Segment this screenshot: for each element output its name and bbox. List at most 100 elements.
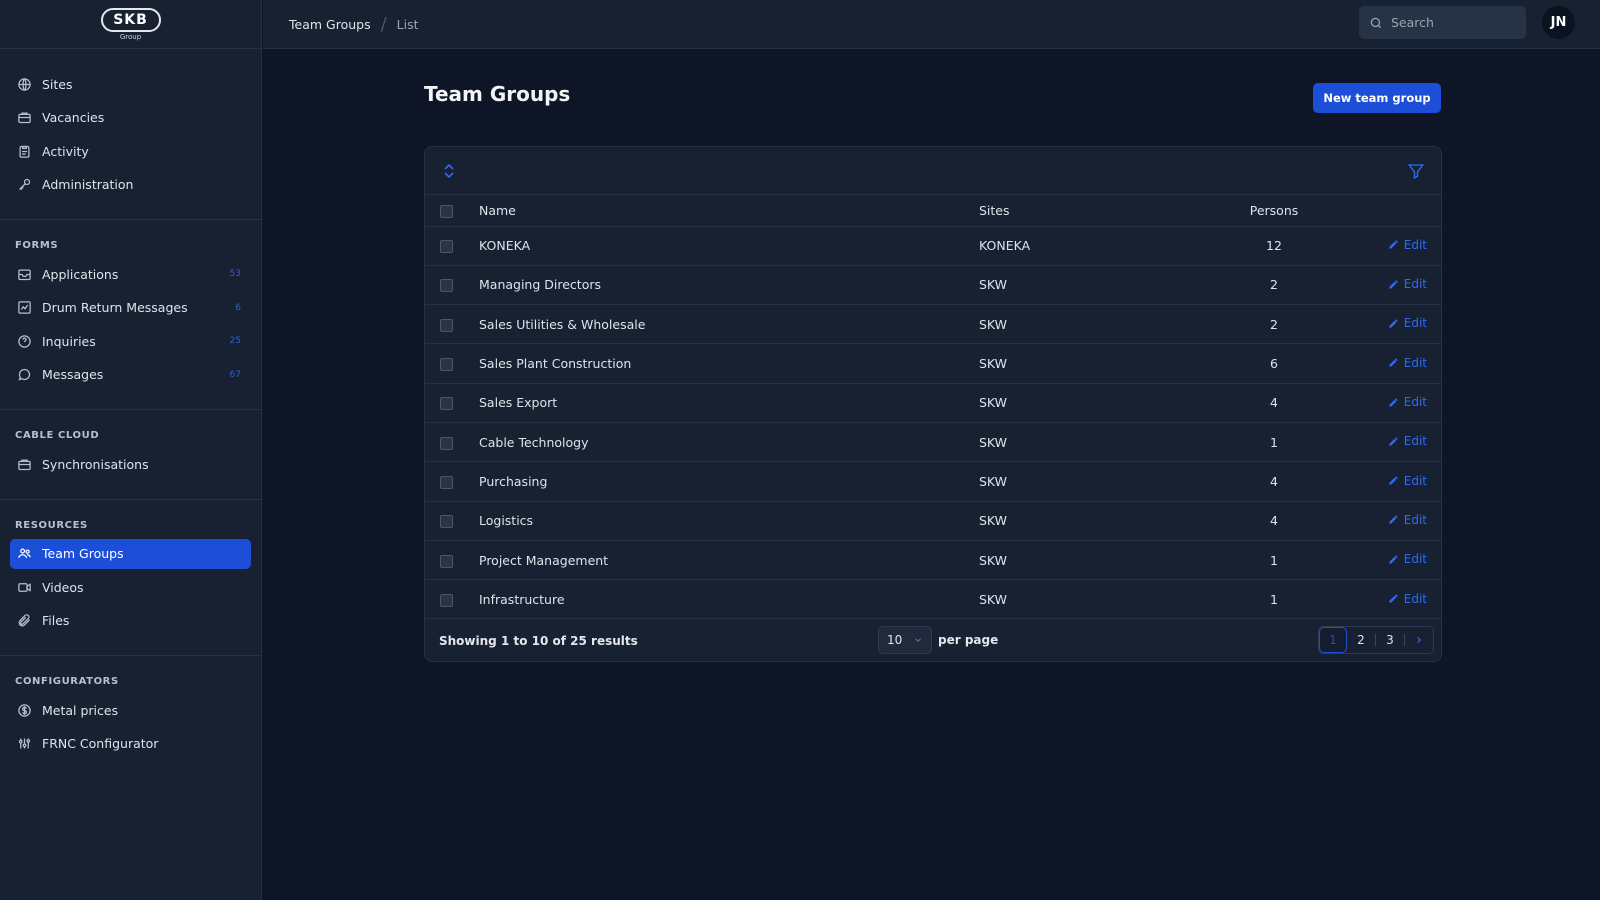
breadcrumb-team-groups[interactable]: Team Groups: [289, 17, 371, 32]
nav-configurators: CONFIGURATORS Metal prices FRNC Configur…: [0, 656, 261, 778]
sidebar-item-vacancies[interactable]: Vacancies: [10, 103, 251, 133]
sidebar-item-administration[interactable]: Administration: [10, 170, 251, 200]
table-header-row: Name Sites Persons: [425, 195, 1441, 226]
cell-name: KONEKA: [479, 238, 531, 254]
key-icon: [16, 177, 32, 193]
sidebar: SKB Group Sites Vacancies Activity Admin…: [0, 0, 262, 900]
sidebar-item-team-groups[interactable]: Team Groups: [10, 538, 251, 569]
pagination: 1 2 3: [1318, 626, 1434, 655]
cell-name: Sales Utilities & Wholesale: [479, 316, 646, 332]
per-page-label: per page: [938, 633, 999, 648]
globe-icon: [16, 76, 32, 92]
sidebar-item-applications[interactable]: Applications 53: [10, 259, 251, 289]
paperclip-icon: [16, 613, 32, 629]
cell-persons: 4: [1270, 395, 1278, 411]
cell-sites: SKW: [979, 277, 1008, 293]
count-badge: 53: [229, 269, 241, 279]
row-checkbox[interactable]: [440, 515, 453, 529]
sort-toggle-icon[interactable]: [441, 162, 457, 180]
edit-link[interactable]: Edit: [1388, 316, 1427, 330]
edit-link[interactable]: Edit: [1388, 238, 1427, 252]
sidebar-item-metal-prices[interactable]: Metal prices: [10, 695, 251, 725]
column-header-sites[interactable]: Sites: [979, 195, 1219, 226]
edit-link[interactable]: Edit: [1388, 474, 1427, 488]
table-row: Project Management SKW 1 Edit: [425, 540, 1441, 580]
sidebar-item-messages[interactable]: Messages 67: [10, 360, 251, 390]
row-checkbox[interactable]: [440, 436, 453, 450]
sidebar-item-inquiries[interactable]: Inquiries 25: [10, 326, 251, 356]
section-title-configurators: CONFIGURATORS: [15, 676, 119, 687]
edit-link[interactable]: Edit: [1388, 277, 1427, 291]
cell-sites: SKW: [979, 356, 1008, 372]
edit-label: Edit: [1403, 355, 1427, 370]
pencil-icon: [1389, 319, 1398, 328]
sidebar-item-synchronisations[interactable]: Synchronisations: [10, 449, 251, 479]
select-all-checkbox[interactable]: [440, 204, 453, 218]
sidebar-item-drum-return-messages[interactable]: Drum Return Messages 6: [10, 293, 251, 323]
sidebar-item-sites[interactable]: Sites: [10, 69, 251, 99]
edit-link[interactable]: Edit: [1388, 513, 1427, 527]
edit-link[interactable]: Edit: [1388, 552, 1427, 566]
cell-sites: SKW: [979, 552, 1008, 568]
row-checkbox[interactable]: [440, 397, 453, 411]
edit-label: Edit: [1403, 237, 1427, 252]
cell-persons: 4: [1270, 473, 1278, 489]
search-icon: [1369, 16, 1383, 30]
row-checkbox[interactable]: [440, 554, 453, 568]
edit-link[interactable]: Edit: [1388, 592, 1427, 606]
table-toolbar: [425, 147, 1441, 195]
page-button-1[interactable]: 1: [1319, 627, 1347, 654]
pencil-icon: [1389, 358, 1398, 367]
team-groups-table-card: Name Sites Persons KONEKA KONEKA 12 Edit…: [424, 146, 1442, 662]
page-title: Team Groups: [424, 82, 571, 106]
avatar[interactable]: JN: [1542, 6, 1575, 39]
table-row: Logistics SKW 4 Edit: [425, 501, 1441, 541]
logo-mark: SKB: [100, 7, 161, 32]
clipboard-icon: [16, 143, 32, 159]
edit-link[interactable]: Edit: [1388, 356, 1427, 370]
column-header-name[interactable]: Name: [479, 195, 979, 226]
page-button-2[interactable]: 2: [1347, 627, 1375, 653]
row-checkbox[interactable]: [440, 475, 453, 489]
table-row: Cable Technology SKW 1 Edit: [425, 422, 1441, 462]
nav-resources: RESOURCES Team Groups Videos Files: [0, 500, 261, 656]
per-page-select[interactable]: 10: [878, 626, 932, 655]
sliders-icon: [16, 736, 32, 752]
cell-persons: 1: [1270, 552, 1278, 568]
pencil-icon: [1389, 280, 1398, 289]
new-team-group-button[interactable]: New team group: [1313, 83, 1441, 113]
search-input[interactable]: [1391, 15, 1511, 30]
row-checkbox[interactable]: [440, 279, 453, 293]
next-page-button[interactable]: [1405, 627, 1433, 653]
sidebar-item-label: FRNC Configurator: [42, 736, 159, 751]
sidebar-item-frnc-configurator[interactable]: FRNC Configurator: [10, 729, 251, 759]
search-box[interactable]: [1359, 6, 1526, 39]
row-checkbox[interactable]: [440, 358, 453, 372]
table-row: Purchasing SKW 4 Edit: [425, 462, 1441, 502]
row-checkbox[interactable]: [440, 593, 453, 607]
table-footer: Showing 1 to 10 of 25 results 10 per pag…: [425, 619, 1441, 661]
page-button-3[interactable]: 3: [1376, 627, 1404, 653]
cell-name: Cable Technology: [479, 434, 589, 450]
table-row: Sales Utilities & Wholesale SKW 2 Edit: [425, 305, 1441, 344]
sidebar-item-activity[interactable]: Activity: [10, 136, 251, 166]
sidebar-item-label: Administration: [42, 177, 134, 192]
table-row: Infrastructure SKW 1 Edit: [425, 580, 1441, 619]
column-header-persons[interactable]: Persons: [1219, 195, 1329, 226]
edit-link[interactable]: Edit: [1388, 434, 1427, 448]
breadcrumb: Team Groups / List: [289, 14, 419, 35]
row-checkbox[interactable]: [440, 240, 453, 254]
row-checkbox[interactable]: [440, 318, 453, 332]
sidebar-item-label: Messages: [42, 367, 104, 382]
sidebar-item-videos[interactable]: Videos: [10, 572, 251, 602]
brand-logo[interactable]: SKB Group: [100, 7, 161, 41]
cell-persons: 2: [1270, 316, 1278, 332]
logo-subtitle: Group: [119, 32, 142, 41]
edit-link[interactable]: Edit: [1388, 395, 1427, 409]
chevron-down-icon: [913, 635, 923, 645]
cell-name: Purchasing: [479, 473, 548, 489]
per-page-control: 10 per page: [878, 626, 999, 655]
filter-icon[interactable]: [1407, 162, 1425, 180]
chat-icon: [16, 367, 32, 383]
sidebar-item-files[interactable]: Files: [10, 606, 251, 636]
